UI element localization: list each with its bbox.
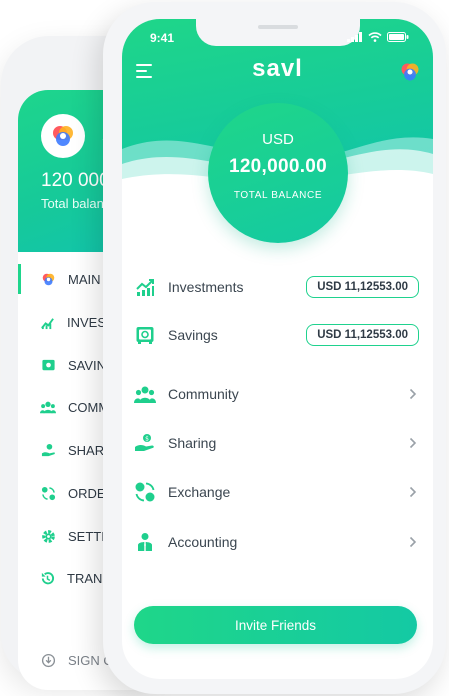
status-time: 9:41 bbox=[150, 31, 175, 45]
chevron-right-icon bbox=[407, 437, 419, 449]
hand-coin-icon: $ bbox=[134, 432, 156, 454]
row-label: Savings bbox=[168, 327, 218, 343]
balance-currency: USD bbox=[262, 131, 294, 148]
balance-amount: 120,000.00 bbox=[228, 156, 328, 177]
amount-badge: USD 11,12553.00 bbox=[306, 324, 419, 346]
logo-icon bbox=[40, 271, 56, 287]
logo-icon[interactable] bbox=[399, 61, 421, 83]
main-screen: 9:41 savl USD 120,000.00 TOTAL BALANCE I… bbox=[122, 19, 433, 679]
app-title: savl bbox=[252, 55, 303, 82]
side-balance: 120 000 bbox=[41, 170, 110, 191]
signal-icon bbox=[347, 32, 362, 42]
balance-circle: USD 120,000.00 TOTAL BALANCE bbox=[208, 103, 348, 243]
exchange-icon bbox=[134, 481, 156, 503]
sign-out-icon bbox=[40, 652, 56, 668]
front-phone: 9:41 savl USD 120,000.00 TOTAL BALANCE I… bbox=[103, 2, 446, 694]
hand-coin-icon bbox=[40, 442, 56, 458]
history-icon bbox=[40, 570, 55, 586]
chart-icon bbox=[134, 276, 156, 298]
logo-icon bbox=[41, 114, 85, 158]
battery-icon bbox=[387, 32, 409, 42]
accounting-icon bbox=[134, 531, 156, 553]
people-icon bbox=[134, 383, 156, 405]
speaker bbox=[258, 25, 298, 29]
gear-icon bbox=[40, 528, 56, 544]
row-exchange[interactable]: Exchange bbox=[134, 477, 419, 507]
row-label: Community bbox=[168, 386, 239, 402]
row-sharing[interactable]: $ Sharing bbox=[134, 428, 419, 458]
row-label: Exchange bbox=[168, 484, 231, 500]
menu-item-label: MAIN bbox=[68, 271, 101, 287]
row-label: Accounting bbox=[168, 534, 238, 550]
row-label: Sharing bbox=[168, 435, 217, 451]
invite-friends-button[interactable]: Invite Friends bbox=[134, 606, 417, 644]
chevron-right-icon bbox=[407, 486, 419, 498]
svg-text:$: $ bbox=[145, 436, 149, 443]
chevron-right-icon bbox=[407, 536, 419, 548]
row-community[interactable]: Community bbox=[134, 379, 419, 409]
row-investments[interactable]: Investments USD 11,12553.00 bbox=[134, 272, 419, 302]
people-icon bbox=[40, 399, 56, 415]
row-label: Investments bbox=[168, 279, 244, 295]
notch bbox=[196, 19, 360, 46]
balance-label: TOTAL BALANCE bbox=[233, 190, 323, 201]
safe-icon bbox=[134, 324, 156, 346]
row-accounting[interactable]: Accounting bbox=[134, 527, 419, 557]
row-savings[interactable]: Savings USD 11,12553.00 bbox=[134, 320, 419, 350]
chevron-right-icon bbox=[407, 388, 419, 400]
status-icons bbox=[347, 32, 409, 42]
amount-badge: USD 11,12553.00 bbox=[306, 276, 419, 298]
safe-icon bbox=[40, 357, 56, 373]
chart-icon bbox=[40, 314, 55, 330]
wifi-icon bbox=[368, 32, 382, 42]
exchange-icon bbox=[40, 485, 56, 501]
